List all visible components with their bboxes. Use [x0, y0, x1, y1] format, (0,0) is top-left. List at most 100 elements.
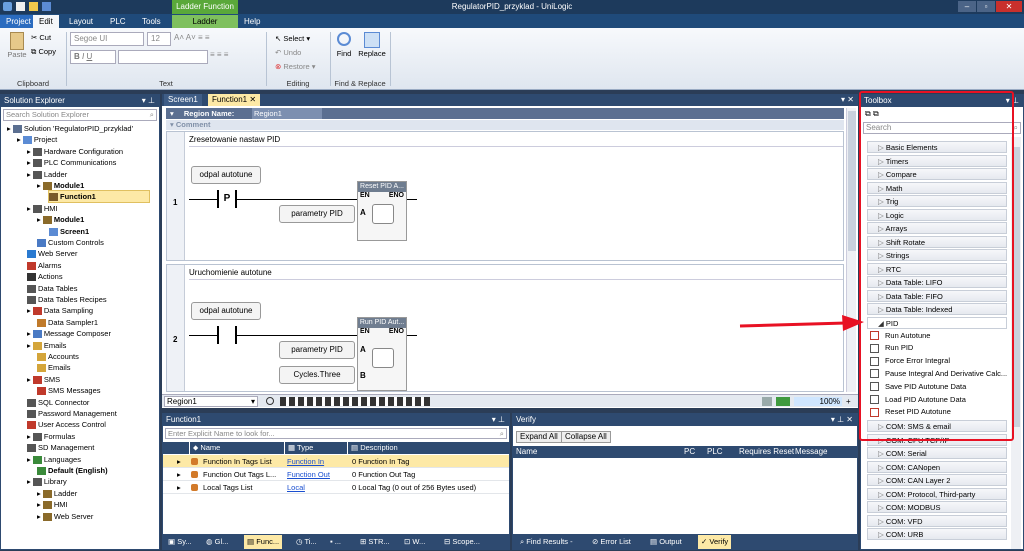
- column-header-description[interactable]: ▤ Description: [348, 442, 509, 454]
- pin-icon[interactable]: ▾ ⊥ ✕: [831, 414, 853, 426]
- tree-item[interactable]: ▸ Module1: [37, 214, 84, 225]
- normally-open-contact[interactable]: [217, 326, 237, 344]
- copy-button[interactable]: ⧉ Copy: [31, 47, 56, 57]
- toolbox-category[interactable]: ▷ Strings: [867, 249, 1007, 261]
- comment-collapse-icon[interactable]: ▾: [170, 120, 174, 129]
- tab-edit[interactable]: Edit: [33, 15, 59, 28]
- toolbox-category[interactable]: ▷ COM: Protocol, Third-party: [867, 487, 1007, 500]
- cut-button[interactable]: ✂ Cut: [31, 33, 51, 42]
- pin-icon[interactable]: ▾ ⊥: [492, 414, 505, 426]
- tab-timers[interactable]: ◷ Ti...: [296, 535, 317, 549]
- param-a-tag[interactable]: parametry PID: [279, 205, 355, 223]
- grow-font-button[interactable]: A˄ A˅ ≡ ≡: [174, 33, 210, 42]
- tree-item[interactable]: Data Tables Recipes: [27, 294, 107, 305]
- navigate-icon[interactable]: [266, 397, 274, 405]
- tree-item[interactable]: ▸ HMI: [37, 499, 68, 510]
- table-row[interactable]: ▸ Local Tags List Local 0 Local Tag (0 out …: [163, 481, 509, 494]
- toolbox-pid-item[interactable]: Reset PID Autotune: [870, 406, 1008, 418]
- toolbox-pid-item[interactable]: Save PID Autotune Data: [870, 381, 1008, 393]
- tree-item[interactable]: Password Management: [27, 408, 117, 419]
- toolbox-category[interactable]: ▷ Basic Elements: [867, 141, 1007, 153]
- tab-screen1[interactable]: Screen1: [164, 94, 202, 106]
- toolbox-pid-item[interactable]: Pause Integral And Derivative Calc...: [870, 368, 1008, 380]
- paste-button[interactable]: Paste: [6, 32, 28, 59]
- rung-comment[interactable]: Zresetowanie nastaw PID: [189, 135, 280, 144]
- toolbox-category[interactable]: ▷ COM: VFD: [867, 514, 1007, 527]
- tree-item[interactable]: ▸ PLC Communications: [27, 157, 116, 168]
- verify-column-name[interactable]: Name: [516, 446, 537, 458]
- rung-comment[interactable]: Uruchomienie autotune: [189, 268, 272, 277]
- tree-item[interactable]: Data Sampler1: [37, 317, 98, 328]
- tree-item[interactable]: Default (English): [37, 465, 108, 476]
- tab-unnamed[interactable]: ▪ ...: [330, 535, 341, 549]
- close-icon[interactable]: ✕: [249, 95, 256, 104]
- pin-icon[interactable]: ▾ ⊥: [142, 95, 155, 107]
- tree-item[interactable]: ▸ Emails: [27, 340, 66, 351]
- tab-structs[interactable]: ⊞ STR...: [360, 535, 390, 549]
- close-button[interactable]: ✕: [996, 1, 1022, 12]
- zoom-in-icon[interactable]: +: [846, 397, 851, 406]
- verify-column-message[interactable]: Message: [795, 446, 827, 458]
- column-header-name[interactable]: ⬥ Name: [190, 442, 284, 454]
- toolbox-category[interactable]: ▷ Data Table: LIFO: [867, 276, 1007, 288]
- tab-watch[interactable]: ⊡ W...: [404, 535, 425, 549]
- column-header-type[interactable]: ▦ Type: [285, 442, 347, 454]
- tree-item[interactable]: ▸ Formulas: [27, 431, 75, 442]
- tab-function[interactable]: ▤ Func...: [244, 535, 283, 549]
- toolbox-category[interactable]: ▷ COM: CANopen: [867, 460, 1007, 473]
- pin-icon[interactable]: ▾ ⊥: [1006, 95, 1019, 107]
- toolbox-sort-icon[interactable]: ⧉: [873, 109, 879, 118]
- region-name-input[interactable]: Region1: [252, 108, 322, 119]
- color-buttons[interactable]: [118, 50, 208, 64]
- contact-tag-label[interactable]: odpal autotune: [191, 302, 261, 320]
- tree-item[interactable]: ▸ Web Server: [37, 511, 93, 522]
- tab-verify[interactable]: ✓ Verify: [698, 535, 732, 549]
- tree-item[interactable]: ▸ Project: [17, 134, 57, 145]
- tree-item[interactable]: ▸ Solution 'RegulatorPID_przyklad': [7, 123, 133, 134]
- search-icon[interactable]: ⌕: [1014, 123, 1018, 133]
- tab-project[interactable]: Project: [0, 15, 37, 28]
- expand-arrow-icon[interactable]: ▸: [177, 468, 181, 481]
- cell-type[interactable]: Function Out: [287, 468, 330, 481]
- toolbox-category[interactable]: ▷ COM: CAN Layer 2: [867, 474, 1007, 487]
- toolbox-category[interactable]: ▷ Arrays: [867, 222, 1007, 234]
- toolbox-category[interactable]: ▷ Data Table: Indexed: [867, 303, 1007, 315]
- zoom-fit-icon[interactable]: [776, 397, 790, 406]
- toolbox-pid-item[interactable]: Force Error Integral: [870, 355, 1008, 367]
- tree-item[interactable]: Data Tables: [27, 283, 77, 294]
- editor-pin-icon[interactable]: ▾ ✕: [841, 94, 854, 106]
- tab-error-list[interactable]: ⊘ Error List: [592, 535, 631, 549]
- tree-item[interactable]: User Access Control: [27, 419, 106, 430]
- scroll-thumb[interactable]: [1012, 147, 1020, 427]
- collapse-all-button[interactable]: Collapse All: [561, 431, 611, 443]
- tab-global[interactable]: ◍ Gl...: [206, 535, 228, 549]
- toolbox-category[interactable]: ▷ Data Table: FIFO: [867, 289, 1007, 302]
- tree-item[interactable]: ▸ Ladder: [27, 169, 67, 180]
- tree-item[interactable]: ▸ Languages: [27, 454, 81, 465]
- toolbox-category[interactable]: ▷ Math: [867, 181, 1007, 194]
- tree-item[interactable]: Accounts: [37, 351, 79, 362]
- replace-button[interactable]: Replace: [358, 32, 386, 58]
- tree-item[interactable]: ▸ Hardware Configuration: [27, 146, 123, 157]
- undo-button[interactable]: ↶ Undo: [275, 48, 301, 57]
- tree-item[interactable]: Screen1: [49, 226, 89, 237]
- verify-column-plc[interactable]: PLC: [707, 446, 723, 458]
- editor-vscrollbar[interactable]: [846, 108, 856, 392]
- tab-plc[interactable]: PLC: [104, 15, 132, 28]
- align-buttons[interactable]: ≡ ≡ ≡: [210, 50, 228, 59]
- tree-item[interactable]: ▸ Module1: [37, 180, 84, 191]
- tree-item[interactable]: ▸ Ladder: [37, 488, 77, 499]
- tab-scope[interactable]: ⊟ Scope...: [444, 535, 480, 549]
- tree-item[interactable]: ▸ Library: [27, 476, 67, 487]
- toolbox-category[interactable]: ▷ Trig: [867, 195, 1007, 207]
- toolbox-search-input[interactable]: Search ⌕: [863, 122, 1021, 134]
- toolbox-category[interactable]: ▷ RTC: [867, 262, 1007, 275]
- search-icon[interactable]: ⌕: [150, 110, 154, 120]
- toolbox-scrollbar[interactable]: [1011, 137, 1021, 549]
- tab-find-results[interactable]: ⌕ Find Results -: [520, 535, 573, 549]
- positive-transition-contact[interactable]: P: [217, 190, 237, 208]
- contact-tag-label[interactable]: odpal autotune: [191, 166, 261, 184]
- tab-output[interactable]: ▤ Output: [650, 535, 682, 549]
- toolbox-category-pid[interactable]: ◢ PID: [867, 316, 1007, 329]
- tab-layout[interactable]: Layout: [63, 15, 99, 28]
